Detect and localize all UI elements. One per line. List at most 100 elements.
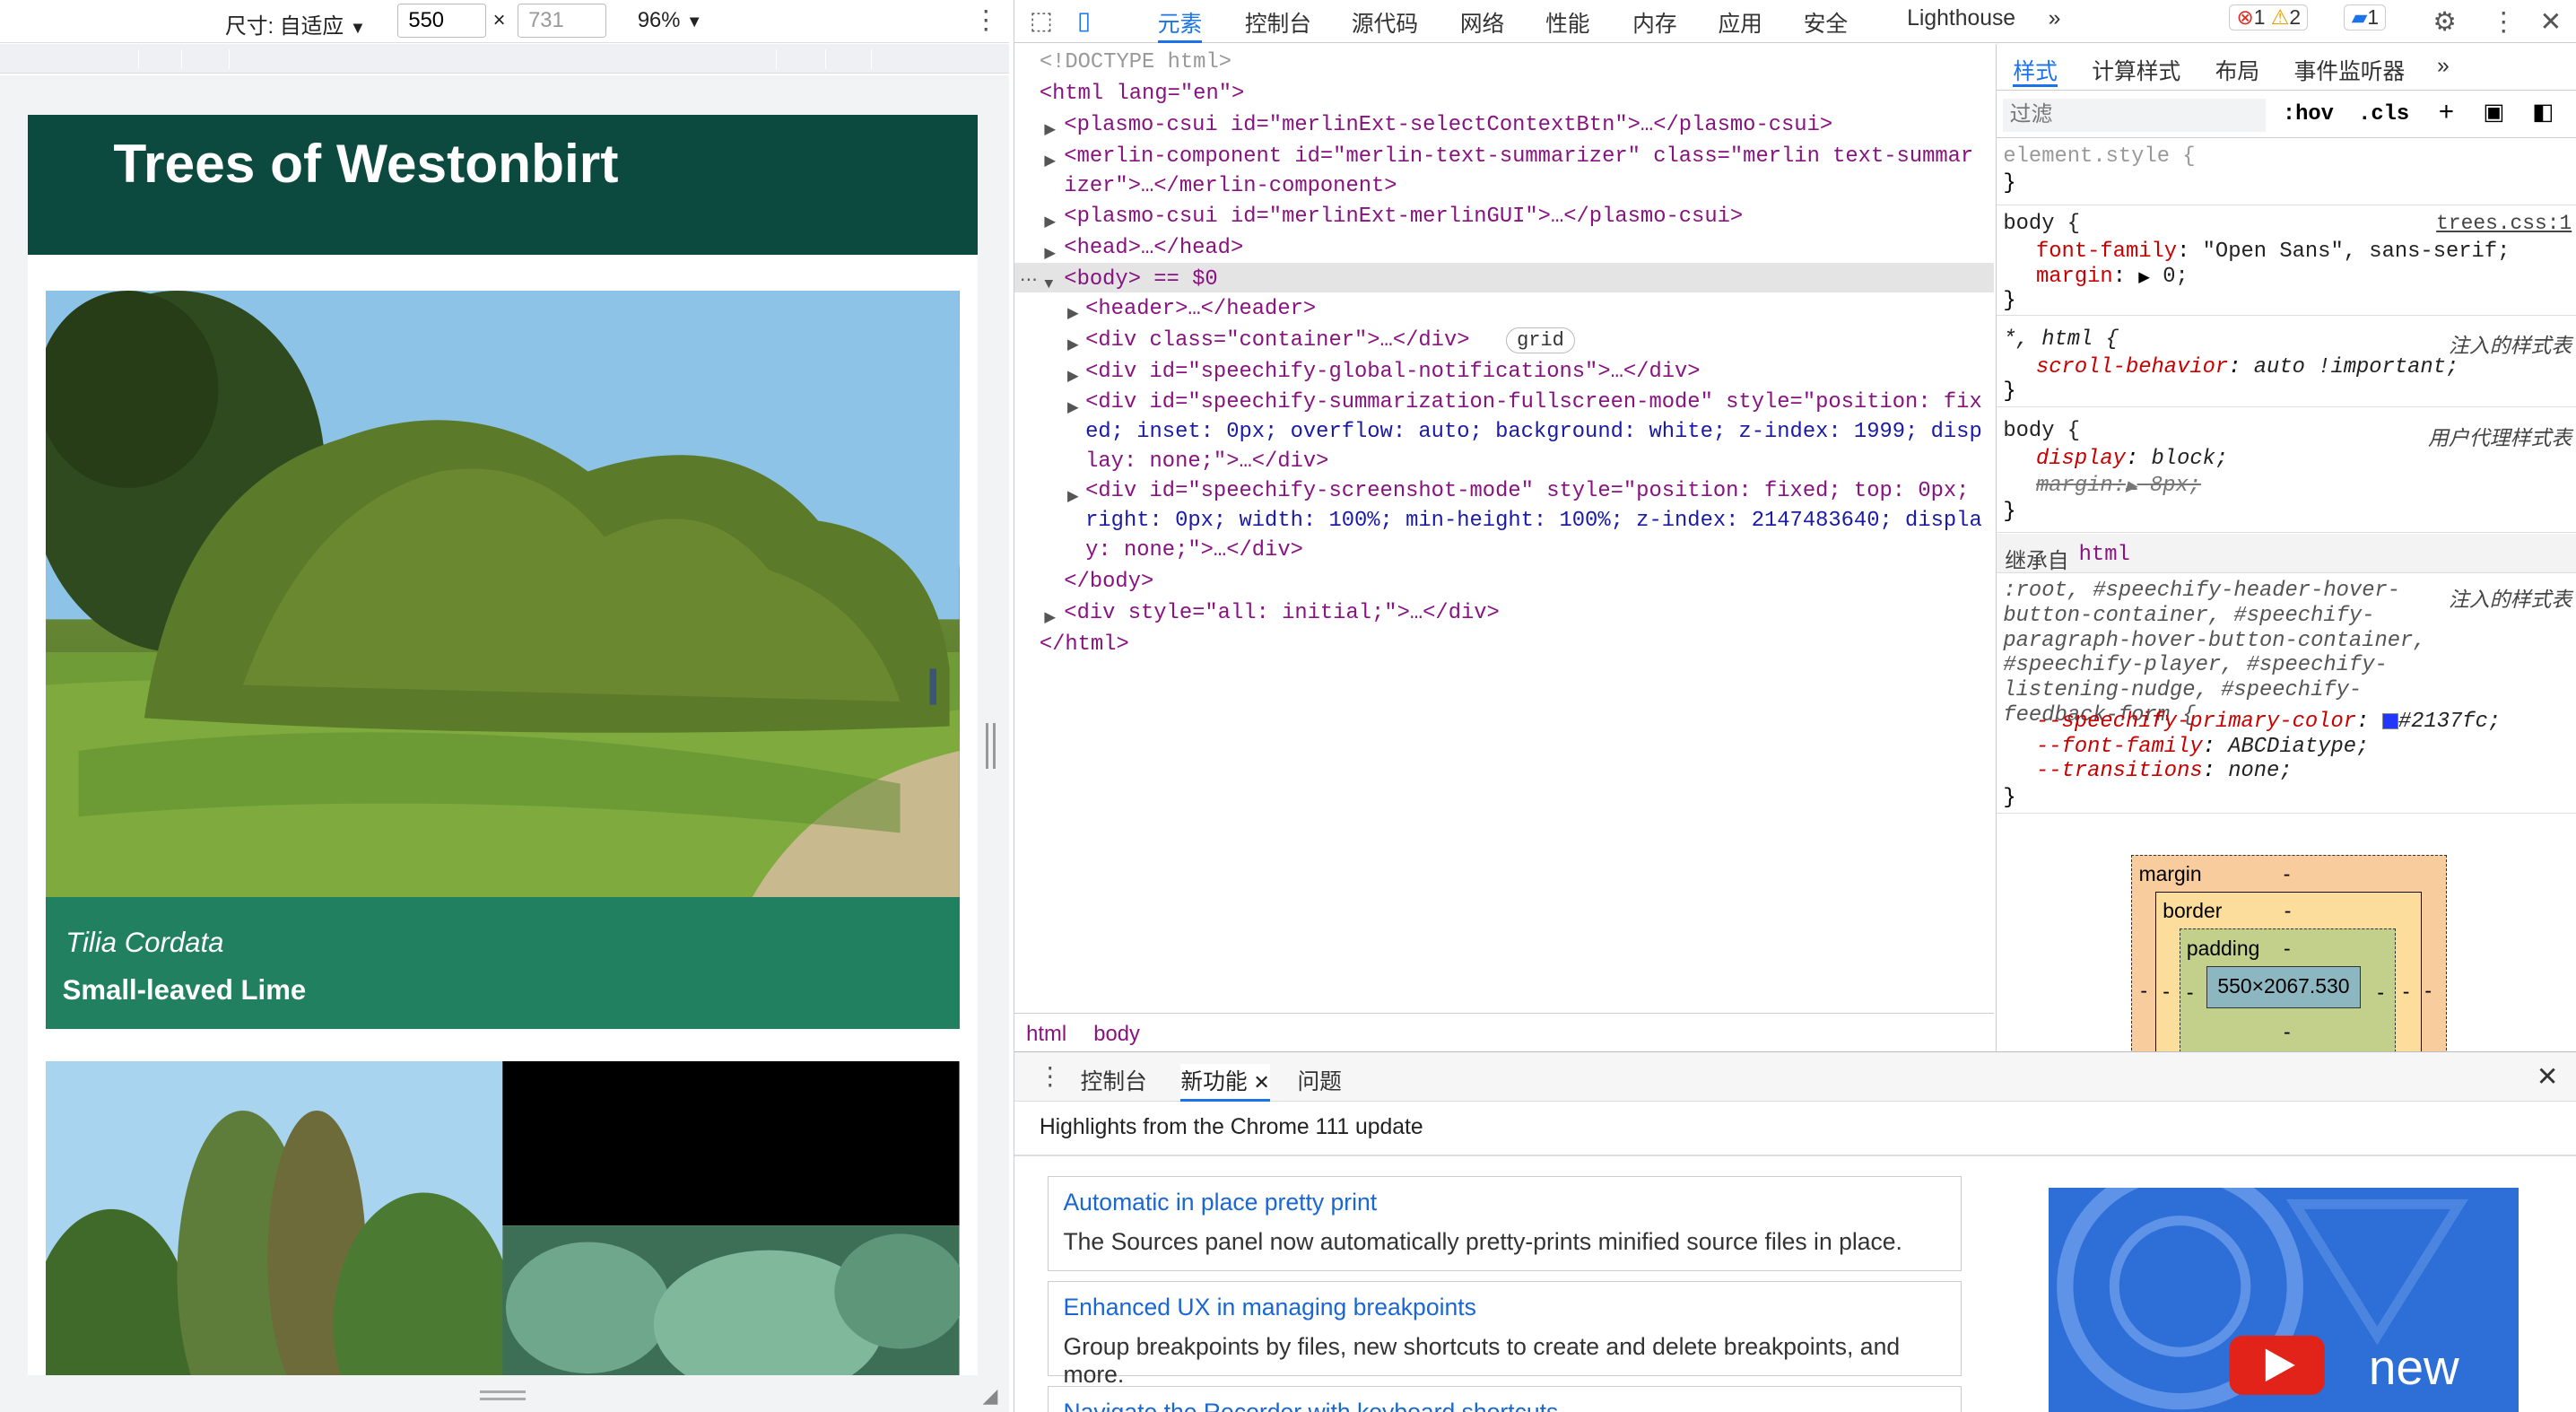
css-value[interactable]: 0; (2163, 265, 2189, 289)
tab-application[interactable]: 应用 (1718, 6, 1762, 39)
tab-lighthouse[interactable]: Lighthouse (1907, 6, 2015, 31)
tab-layout[interactable]: 布局 (2215, 54, 2259, 86)
border-right-value[interactable]: - (2403, 980, 2410, 1004)
drawer-tab-issues[interactable]: 问题 (1297, 1064, 1341, 1096)
panel-splitter-handle[interactable] (986, 723, 996, 770)
grid-badge[interactable]: grid (1506, 327, 1575, 354)
customize-menu-icon[interactable]: ⋮ (2490, 6, 2516, 38)
width-input[interactable] (397, 3, 487, 39)
rule-selector[interactable]: *, html { (2003, 327, 2119, 352)
dom-node[interactable]: <div class="container">…</div> (1085, 326, 1469, 356)
tab-network[interactable]: 网络 (1460, 6, 1504, 39)
dom-node[interactable]: <merlin-component id="merlin-text-summar… (1064, 142, 1973, 172)
dom-node[interactable]: <!DOCTYPE html> (1040, 48, 1231, 78)
drawer-tab-console[interactable]: 控制台 (1081, 1064, 1147, 1096)
close-drawer-icon[interactable]: ✕ (2537, 1061, 2559, 1093)
dom-node[interactable]: <plasmo-csui id="merlinExt-selectContext… (1064, 110, 1832, 141)
more-tabs-icon[interactable]: » (2049, 6, 2061, 31)
inspect-element-icon[interactable]: ⬚ (1030, 6, 1053, 35)
drawer-menu-icon[interactable]: ⋮ (1038, 1062, 1062, 1091)
dom-node[interactable]: <plasmo-csui id="merlinExt-merlinGUI">…<… (1064, 202, 1743, 232)
expand-triangle-icon[interactable]: ▶ (1067, 362, 1079, 392)
expand-triangle-icon[interactable]: ▶ (2138, 269, 2150, 286)
border-top-value[interactable]: - (2284, 899, 2292, 923)
feature-title[interactable]: Navigate the Recorder with keyboard shor… (1063, 1399, 1558, 1412)
filter-input[interactable] (2003, 98, 2267, 132)
breadcrumb-html[interactable]: html (1026, 1022, 1066, 1047)
zoom-select[interactable]: 96% ▼ (638, 8, 702, 33)
box-model-padding[interactable]: padding - - - - 550×2067.530 (2179, 928, 2397, 1052)
tab-computed[interactable]: 计算样式 (2092, 54, 2180, 86)
css-property[interactable]: --speechify-primary-color (2036, 710, 2356, 734)
breadcrumb-body[interactable]: body (1093, 1022, 1140, 1047)
tree-card[interactable]: Tilia Cordata Small-leaved Lime (46, 291, 960, 1029)
css-value[interactable]: #2137fc; (2398, 710, 2501, 734)
padding-bottom-value[interactable]: - (2284, 1020, 2291, 1044)
dom-node[interactable]: <div id="speechify-screenshot-mode" styl… (1085, 476, 1969, 507)
feature-card[interactable]: Automatic in place pretty print The Sour… (1047, 1175, 1962, 1272)
css-value[interactable]: auto !important; (2254, 355, 2459, 379)
expand-triangle-icon[interactable]: ▶ (1044, 207, 1056, 238)
collapse-triangle-icon[interactable]: ▼ (1044, 269, 1053, 300)
expand-triangle-icon[interactable]: ▶ (1067, 393, 1079, 423)
margin-top-value[interactable]: - (2284, 862, 2291, 886)
css-value[interactable]: ABCDiatype; (2228, 735, 2369, 759)
dom-node[interactable]: <head>…</head> (1064, 233, 1243, 264)
dom-node-body[interactable]: <body> == $0 (1064, 265, 1217, 295)
device-toggle-icon[interactable]: ▯ (1077, 6, 1091, 35)
hov-toggle[interactable]: :hov (2283, 102, 2334, 126)
expand-triangle-icon[interactable]: ▶ (1044, 146, 1056, 177)
tab-elements[interactable]: 元素 (1157, 6, 1203, 43)
close-devtools-icon[interactable]: ✕ (2539, 6, 2562, 38)
expand-triangle-icon[interactable]: ▶ (1067, 299, 1079, 329)
more-options-icon[interactable]: ⋮ (973, 4, 999, 36)
margin-right-value[interactable]: - (2424, 979, 2432, 1003)
feature-title[interactable]: Automatic in place pretty print (1063, 1189, 1377, 1216)
expand-triangle-icon[interactable]: ▶ (1067, 482, 1079, 512)
expand-triangle-icon[interactable]: ▶ (1067, 330, 1079, 361)
rule-selector[interactable]: :root, #speechify-header-hover-button-co… (2003, 579, 2433, 728)
border-left-value[interactable]: - (2163, 980, 2170, 1004)
settings-gear-icon[interactable]: ⚙ (2432, 6, 2456, 38)
feature-card[interactable]: Navigate the Recorder with keyboard shor… (1047, 1386, 1962, 1412)
css-property[interactable]: --font-family (2036, 735, 2203, 759)
tab-security[interactable]: 安全 (1804, 6, 1848, 39)
rule-selector[interactable]: body { (2003, 212, 2080, 236)
padding-right-value[interactable]: - (2377, 981, 2384, 1005)
height-input[interactable] (518, 3, 606, 39)
css-property[interactable]: font-family (2036, 240, 2177, 264)
viewport-resize-handle[interactable] (479, 1390, 527, 1400)
drawer-tab-whats-new[interactable]: 新功能 ✕ (1180, 1064, 1270, 1103)
promo-video-thumbnail[interactable]: new (2048, 1187, 2519, 1412)
add-rule-icon[interactable]: + (2439, 97, 2454, 127)
dom-node[interactable]: <html lang="en"> (1040, 79, 1245, 109)
dom-node[interactable]: <header>…</header> (1085, 294, 1316, 325)
issues-counter[interactable]: ⊗1 ⚠2 (2229, 4, 2309, 31)
inherited-tag[interactable]: html (2079, 543, 2130, 567)
node-actions-icon[interactable]: ⋯ (1020, 266, 1038, 297)
dom-node[interactable]: <div id="speechify-summarization-fullscr… (1085, 388, 1982, 418)
feature-card[interactable]: Enhanced UX in managing breakpoints Grou… (1047, 1281, 1962, 1388)
tab-performance[interactable]: 性能 (1545, 6, 1589, 39)
expand-triangle-icon[interactable]: ▶ (1044, 115, 1056, 145)
dimensions-select[interactable]: 尺寸: 自适应 ▼ (225, 8, 366, 39)
corner-resize-icon[interactable]: ◢ (983, 1384, 998, 1408)
tab-styles[interactable]: 样式 (2013, 54, 2058, 88)
dom-node[interactable]: <div id="speechify-global-notifications"… (1085, 357, 1700, 388)
css-property[interactable]: margin (2036, 265, 2113, 289)
tab-console[interactable]: 控制台 (1245, 6, 1311, 39)
paint-icon[interactable]: ▣ (2483, 99, 2504, 126)
expand-triangle-icon[interactable]: ▶ (1044, 239, 1056, 269)
color-swatch[interactable] (2381, 712, 2398, 730)
margin-left-value[interactable]: - (2140, 979, 2147, 1003)
tab-sources[interactable]: 源代码 (1352, 6, 1418, 39)
messages-counter[interactable]: ▰1 (2344, 4, 2387, 31)
tab-event-listeners[interactable]: 事件监听器 (2294, 54, 2406, 86)
padding-top-value[interactable]: - (2284, 937, 2291, 961)
box-model-border[interactable]: border - - - padding - - - - 550×2067.53… (2154, 891, 2422, 1052)
padding-left-value[interactable]: - (2187, 981, 2194, 1005)
feature-title[interactable]: Enhanced UX in managing breakpoints (1063, 1294, 1475, 1321)
dom-node[interactable]: </body> (1064, 567, 1153, 597)
dom-node[interactable]: <div style="all: initial;">…</div> (1064, 598, 1500, 629)
cls-toggle[interactable]: .cls (2358, 102, 2409, 126)
